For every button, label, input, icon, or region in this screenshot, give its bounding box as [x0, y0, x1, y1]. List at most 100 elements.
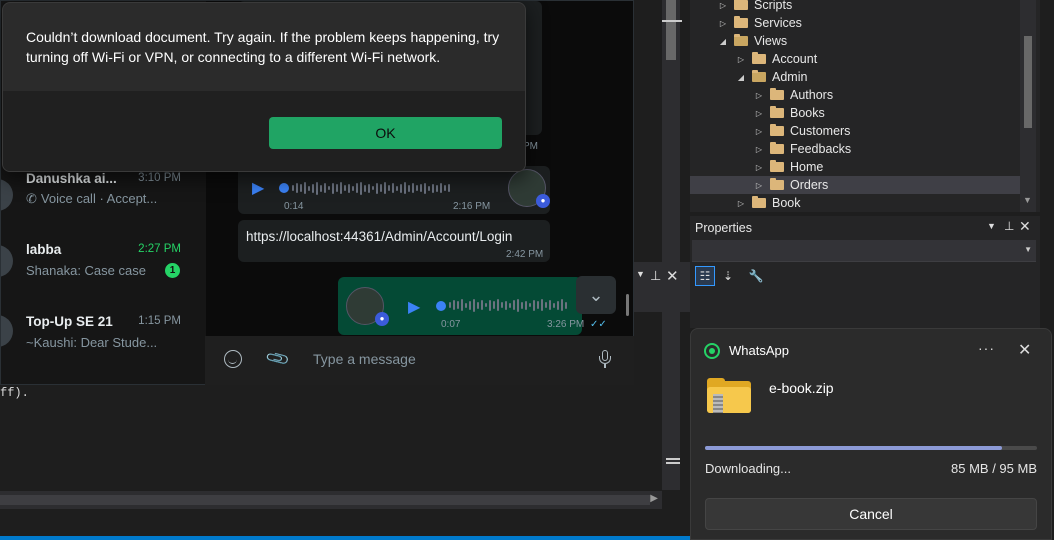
folder-icon: [752, 196, 766, 208]
voice-duration: 0:14: [284, 201, 304, 212]
ok-button[interactable]: OK: [269, 117, 502, 149]
tree-item-label: Book: [772, 196, 801, 210]
close-icon[interactable]: ✕: [666, 267, 679, 285]
waveform: [292, 181, 450, 195]
tree-item-admin[interactable]: ◢ Admin: [736, 68, 807, 86]
file-name: e-book.zip: [769, 380, 834, 396]
scroll-thumb[interactable]: [1024, 36, 1032, 128]
chat-list-item[interactable]: Danushka ai... 3:10 PM ✆ Voice call · Acc…: [1, 169, 206, 229]
editor-vertical-scrollbar[interactable]: [662, 0, 680, 490]
expand-icon[interactable]: ▷: [754, 109, 764, 118]
folder-icon: [734, 0, 748, 10]
expand-icon[interactable]: ▷: [718, 19, 728, 28]
tree-item-book[interactable]: ▷ Book: [736, 194, 801, 212]
avatar: [1, 315, 13, 347]
folder-open-icon: [734, 34, 748, 46]
seek-handle[interactable]: [436, 301, 446, 311]
message-time: 2:16 PM: [453, 201, 491, 212]
read-receipt-icon: ✓✓: [590, 319, 607, 330]
dialog-footer: OK: [3, 91, 525, 171]
categorized-icon[interactable]: ☷: [695, 266, 715, 286]
scroll-thumb[interactable]: [666, 0, 676, 60]
folder-icon: [770, 124, 784, 136]
tree-item-account[interactable]: ▷ Account: [736, 50, 817, 68]
collapse-icon[interactable]: ◢: [736, 73, 746, 82]
code-text: ff).: [0, 386, 29, 400]
tree-item-home[interactable]: ▷ Home: [754, 158, 823, 176]
status-bar: [0, 536, 690, 540]
progress-fill: [705, 446, 1003, 450]
pin-icon[interactable]: ⊥: [1004, 219, 1014, 233]
properties-object-select[interactable]: ▼: [692, 240, 1036, 262]
folder-icon: [734, 16, 748, 28]
collapse-icon[interactable]: ◢: [718, 37, 728, 46]
tree-item-feedbacks[interactable]: ▷ Feedbacks: [754, 140, 851, 158]
folder-icon: [770, 142, 784, 154]
alphabetical-sort-icon[interactable]: ⇣: [718, 266, 738, 286]
tree-item-services[interactable]: ▷ Services: [718, 14, 802, 32]
expand-icon[interactable]: ▷: [736, 55, 746, 64]
expand-icon[interactable]: ▷: [754, 163, 764, 172]
chat-scrollbar[interactable]: [626, 294, 629, 316]
scroll-down-icon[interactable]: ▼: [1023, 195, 1032, 205]
cancel-button[interactable]: Cancel: [705, 498, 1037, 530]
close-icon[interactable]: ✕: [1018, 340, 1031, 360]
tree-item-label: Scripts: [754, 0, 793, 12]
scroll-to-bottom-button[interactable]: ⌄: [576, 276, 616, 314]
waveform: [449, 298, 567, 312]
splitter-handle[interactable]: [666, 458, 680, 460]
tree-item-label: Authors: [790, 88, 834, 102]
tree-item-label: Home: [790, 160, 824, 174]
tree-item-label: Views: [754, 34, 788, 48]
solution-explorer-scrollbar[interactable]: ▼: [1020, 0, 1036, 212]
editor-horizontal-scrollbar[interactable]: ▶: [0, 491, 662, 509]
tree-item-views[interactable]: ◢ Views: [718, 32, 787, 50]
expand-icon[interactable]: ▷: [754, 145, 764, 154]
message-time: 3:26 PM: [547, 319, 585, 330]
panel-header-strip: ▼ ⊥ ✕: [630, 262, 690, 312]
message-time: 2:42 PM: [506, 249, 544, 260]
tree-item-label: Orders: [790, 178, 829, 192]
tree-item-books[interactable]: ▷ Books: [754, 104, 825, 122]
message-input[interactable]: [300, 346, 580, 372]
zip-folder-icon: [707, 378, 751, 414]
message-link[interactable]: https://localhost:44361/Admin/Account/Lo…: [246, 229, 512, 244]
emoji-icon[interactable]: [224, 350, 242, 368]
play-icon[interactable]: ▶: [252, 178, 264, 198]
chevron-down-icon[interactable]: ▼: [987, 221, 996, 231]
splitter-handle[interactable]: [662, 20, 682, 22]
tree-item-customers[interactable]: ▷ Customers: [754, 122, 850, 140]
chat-list-item[interactable]: Top-Up SE 21 1:15 PM ~Kaushi: Dear Stude…: [1, 311, 206, 371]
close-icon[interactable]: ✕: [1019, 218, 1031, 235]
download-progress-bar: [705, 446, 1037, 450]
tree-item-label: Books: [790, 106, 825, 120]
voice-duration: 0:07: [441, 319, 461, 330]
tree-item-scripts[interactable]: ▷ Scripts: [718, 0, 792, 14]
chevron-down-icon: ▼: [1024, 245, 1032, 254]
more-options-icon[interactable]: ···: [978, 340, 995, 356]
expand-icon[interactable]: ▷: [754, 127, 764, 136]
tree-item-label: Services: [754, 16, 802, 30]
wrench-icon[interactable]: 🔧: [746, 266, 766, 286]
avatar: [1, 179, 13, 211]
chevron-down-icon[interactable]: ▼: [636, 269, 645, 279]
tree-item-authors[interactable]: ▷ Authors: [754, 86, 833, 104]
expand-icon[interactable]: ▷: [736, 199, 746, 208]
tree-item-orders[interactable]: ▷ Orders: [690, 176, 1020, 194]
play-icon[interactable]: ▶: [408, 297, 420, 317]
scroll-thumb[interactable]: [0, 495, 650, 505]
expand-icon[interactable]: ▷: [754, 91, 764, 100]
expand-icon[interactable]: ▷: [718, 1, 728, 10]
scroll-right-icon[interactable]: ▶: [650, 493, 658, 504]
chat-preview: ✆ Voice call · Accept...: [26, 191, 158, 206]
folder-icon: [752, 52, 766, 64]
download-size: 85 MB / 95 MB: [951, 461, 1037, 476]
chat-preview: ~Kaushi: Dear Stude...: [26, 335, 158, 350]
microphone-icon[interactable]: [598, 350, 612, 368]
pin-icon[interactable]: ⊥: [650, 268, 661, 284]
whatsapp-icon: [704, 343, 720, 359]
solution-explorer: ▷ Scripts ▷ Services ◢ Views ▷ Account ◢ Admi…: [690, 0, 1040, 212]
chat-list-item[interactable]: labba 2:27 PM Shanaka: Case case 1: [1, 239, 206, 299]
seek-handle[interactable]: [279, 183, 289, 193]
expand-icon[interactable]: ▷: [754, 181, 764, 190]
